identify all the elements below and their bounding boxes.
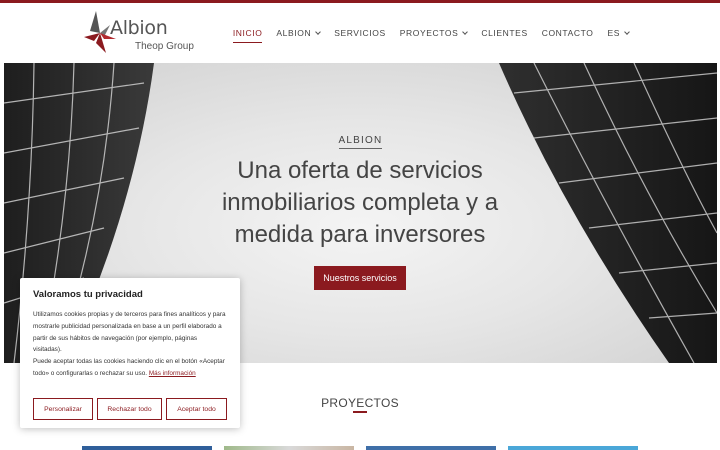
logo[interactable]: Albion Theop Group xyxy=(82,9,212,59)
nav-item-proyectos[interactable]: PROYECTOS xyxy=(393,23,475,43)
nav-label: PROYECTOS xyxy=(399,28,459,38)
nav-item-servicios[interactable]: SERVICIOS xyxy=(327,23,393,43)
hero-tag: ALBION xyxy=(4,135,717,149)
cookie-buttons: Personalizar Rechazar todo Aceptar todo xyxy=(33,398,227,420)
logo-name: Albion xyxy=(110,17,168,39)
nav-item-albion[interactable]: ALBION xyxy=(269,23,327,43)
chevron-down-icon xyxy=(624,28,630,35)
nav-label: INICIO xyxy=(232,28,263,38)
reject-all-button[interactable]: Rechazar todo xyxy=(97,398,162,420)
logo-tagline: Theop Group xyxy=(135,41,194,52)
chevron-down-icon xyxy=(462,28,469,35)
nav-item-clientes[interactable]: CLIENTES xyxy=(474,23,534,43)
accept-all-button[interactable]: Aceptar todo xyxy=(166,398,227,420)
site-header: Albion Theop Group INICIO ALBION SERVICI… xyxy=(0,3,720,63)
services-button[interactable]: Nuestros servicios xyxy=(314,266,406,290)
nav-label: SERVICIOS xyxy=(334,28,386,38)
cookie-title: Valoramos tu privacidad xyxy=(33,289,143,300)
nav-label: CLIENTES xyxy=(481,28,528,38)
hero-title: Una oferta de servicios inmobiliarios co… xyxy=(221,157,499,248)
nav-item-inicio[interactable]: INICIO xyxy=(226,23,270,43)
project-thumbnail[interactable] xyxy=(82,446,212,450)
nav-label: CONTACTO xyxy=(541,28,594,38)
nav-item-contacto[interactable]: CONTACTO xyxy=(535,23,601,43)
more-info-link[interactable]: Más información xyxy=(149,370,196,377)
cookie-consent-dialog: Valoramos tu privacidad Utilizamos cooki… xyxy=(20,278,240,428)
projects-title-underline xyxy=(353,411,367,413)
cookie-instructions: Puede aceptar todas las cookies haciendo… xyxy=(33,358,225,377)
nav-label: ALBION xyxy=(276,28,312,38)
nav-label: ES xyxy=(607,28,620,38)
project-thumbnail[interactable] xyxy=(366,446,496,450)
language-selector[interactable]: ES xyxy=(600,23,636,43)
project-thumbnail[interactable] xyxy=(224,446,354,450)
cookie-text: Utilizamos cookies propias y de terceros… xyxy=(33,309,227,380)
cookie-description: Utilizamos cookies propias y de terceros… xyxy=(33,311,226,354)
main-nav: INICIO ALBION SERVICIOS PROYECTOS CLIENT… xyxy=(226,3,636,63)
chevron-down-icon xyxy=(315,28,322,35)
project-thumbnail[interactable] xyxy=(508,446,638,450)
customize-cookies-button[interactable]: Personalizar xyxy=(33,398,93,420)
hero-tag-label: ALBION xyxy=(338,135,383,149)
